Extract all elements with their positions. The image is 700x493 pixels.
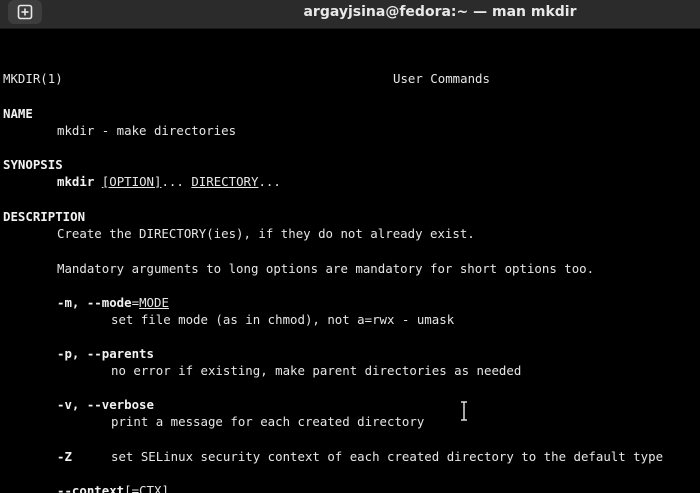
option-verbose-desc: print a message for each created directo…: [111, 414, 425, 429]
man-header-center: User Commands: [393, 71, 490, 86]
man-header-left: MKDIR(1): [3, 71, 63, 86]
option-parents-desc: no error if existing, make parent direct…: [111, 363, 522, 378]
option-mode-name: -m, --mode: [57, 295, 132, 310]
option-context-arg: [=CTX]: [124, 483, 169, 493]
option-mode-arg: MODE: [139, 295, 169, 310]
option-z-flag: -Z: [57, 449, 72, 464]
synopsis-ellipsis: ...: [161, 174, 184, 189]
option-context-name: --context: [57, 483, 125, 493]
window-title: argayjsina@fedora:~ — man mkdir: [303, 4, 577, 20]
description-line-2: Mandatory arguments to long options are …: [57, 261, 595, 276]
plus-square-icon: [17, 4, 33, 20]
option-mode-equals: =: [131, 295, 140, 310]
option-parents-flag: -p, --parents: [57, 346, 154, 361]
text-cursor-icon: [461, 401, 467, 421]
option-context-flag: --context[=CTX]: [57, 483, 169, 493]
synopsis-command: mkdir: [57, 174, 95, 189]
synopsis-line: mkdir [OPTION]... DIRECTORY...: [57, 174, 281, 190]
description-line-1: Create the DIRECTORY(ies), if they do no…: [57, 226, 475, 241]
section-description-heading: DESCRIPTION: [3, 209, 86, 224]
synopsis-end: ...: [258, 174, 281, 189]
synopsis-option: [OPTION]: [101, 174, 162, 189]
name-text: mkdir - make directories: [57, 123, 237, 138]
option-mode-desc: set file mode (as in chmod), not a=rwx -…: [111, 312, 455, 327]
title-bar: argayjsina@fedora:~ — man mkdir: [0, 0, 700, 29]
synopsis-directory: DIRECTORY: [191, 174, 259, 189]
option-mode-flag: -m, --mode=MODE: [57, 295, 169, 311]
section-synopsis-heading: SYNOPSIS: [3, 157, 63, 172]
terminal-content[interactable]: MKDIR(1) User Commands NAME mkdir - make…: [0, 29, 700, 493]
new-tab-button[interactable]: [8, 0, 42, 24]
option-z-desc: set SELinux security context of each cre…: [111, 449, 664, 464]
terminal-window: argayjsina@fedora:~ — man mkdir MKDIR(1)…: [0, 0, 700, 493]
section-name-heading: NAME: [3, 106, 33, 121]
option-verbose-flag: -v, --verbose: [57, 397, 154, 412]
